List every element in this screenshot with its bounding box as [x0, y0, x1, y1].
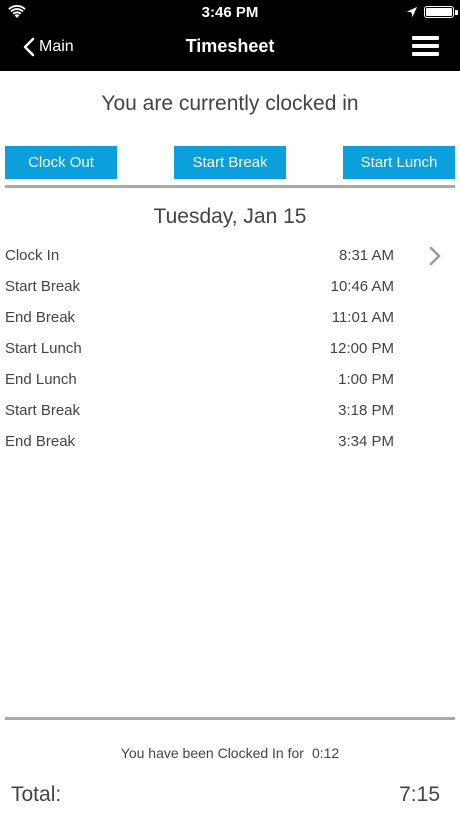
day-date-header: Tuesday, Jan 15 — [153, 205, 307, 228]
time-entry-list[interactable]: Clock In 8:31 AM Start Break 10:46 AM En… — [0, 241, 460, 458]
location-arrow-icon — [407, 7, 417, 17]
time-entry-row[interactable]: End Break 11:01 AM — [0, 303, 460, 334]
total-value: 7:15 — [399, 783, 440, 806]
total-label: Total: — [11, 783, 62, 806]
divider — [5, 185, 455, 188]
navigation-bar: Main Timesheet — [0, 24, 460, 71]
clocked-in-text: You have been Clocked In for — [120, 745, 304, 761]
entry-time: 11:01 AM — [331, 309, 394, 326]
clock-out-button[interactable]: Clock Out — [5, 146, 117, 179]
start-lunch-button[interactable]: Start Lunch — [343, 146, 455, 179]
entry-label: End Break — [5, 433, 76, 450]
entry-label: Clock In — [5, 247, 60, 264]
clocked-in-duration: You have been Clocked In for 0:12 — [0, 745, 460, 761]
entry-time: 1:00 PM — [338, 371, 394, 388]
clocked-in-duration-value: 0:12 — [311, 745, 340, 761]
entry-label: Start Break — [5, 402, 81, 419]
time-entry-row[interactable]: End Break 3:34 PM — [0, 427, 460, 458]
divider — [5, 717, 455, 720]
entry-time: 12:00 PM — [329, 340, 394, 357]
time-entry-row[interactable]: Start Lunch 12:00 PM — [0, 334, 460, 365]
status-time: 3:46 PM — [201, 4, 259, 21]
battery-icon — [424, 6, 458, 18]
entry-label: Start Break — [5, 278, 81, 295]
time-entry-row[interactable]: Start Break 10:46 AM — [0, 272, 460, 303]
clock-status-text: You are currently clocked in — [101, 92, 359, 115]
start-break-button[interactable]: Start Break — [174, 146, 286, 179]
time-entry-row[interactable]: Start Break 3:18 PM — [0, 396, 460, 427]
time-entry-row[interactable]: End Lunch 1:00 PM — [0, 365, 460, 396]
status-bar: 3:46 PM — [0, 0, 460, 24]
hamburger-menu-icon[interactable] — [412, 36, 439, 58]
entry-label: End Lunch — [5, 371, 77, 388]
entry-time: 3:18 PM — [338, 402, 394, 419]
entry-label: End Break — [5, 309, 76, 326]
time-entry-row[interactable]: Clock In 8:31 AM — [0, 241, 460, 272]
entry-label: Start Lunch — [5, 340, 82, 357]
page-title: Timesheet — [185, 36, 275, 56]
entry-time: 3:34 PM — [338, 433, 394, 450]
entry-time: 10:46 AM — [330, 278, 394, 295]
entry-time: 8:31 AM — [338, 247, 394, 264]
